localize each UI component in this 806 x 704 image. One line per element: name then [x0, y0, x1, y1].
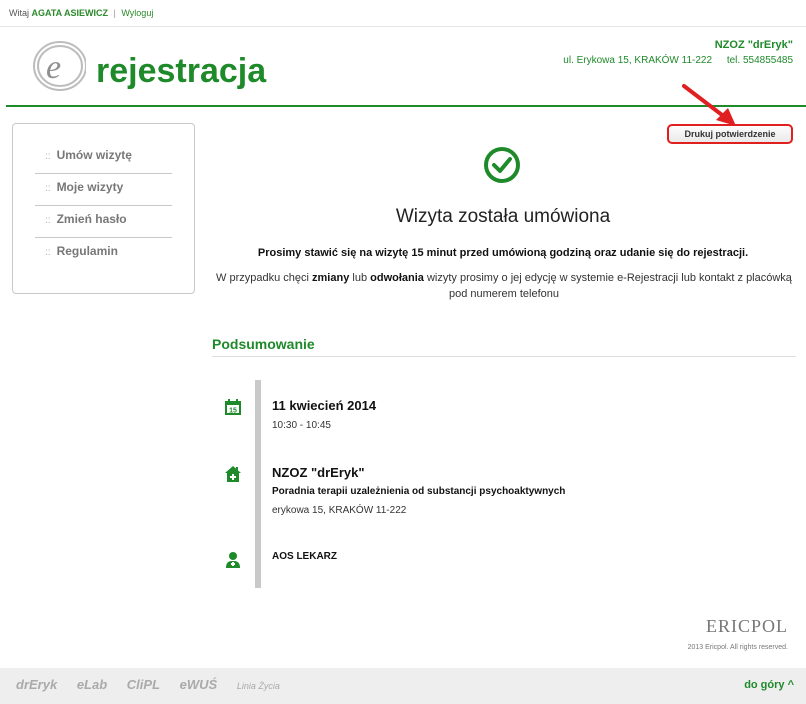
sidebar-item-regulations[interactable]: :: Regulamin — [35, 238, 172, 270]
separator: | — [113, 8, 116, 18]
info-bold-change: zmiany — [312, 272, 350, 284]
facility-address: erykowa 15, KRAKÓW 11-222 — [272, 505, 407, 516]
top-divider — [0, 26, 806, 27]
red-arrow-icon — [682, 84, 736, 126]
svg-text:e: e — [46, 49, 61, 86]
sidebar-item-book-visit[interactable]: :: Umów wizytę — [35, 142, 172, 174]
calendar-icon: 15 — [225, 399, 241, 415]
clipl-logo[interactable]: CliPL — [127, 677, 160, 692]
doctor-icon — [226, 552, 240, 568]
linia-zycia-logo[interactable]: Linia Życia — [237, 681, 280, 691]
doctor-name: AOS LEKARZ — [272, 551, 337, 562]
elab-logo[interactable]: eLab — [77, 677, 107, 692]
clinic-address: ul. Erykowa 15, KRAKÓW 11-222 — [563, 55, 713, 66]
sidebar-item-label: Moje wizyty — [56, 180, 124, 194]
sidebar-item-label: Umów wizytę — [56, 148, 132, 162]
info-text: wizyty prosimy o jej edycję w systemie e… — [423, 272, 792, 300]
dreryk-logo[interactable]: drEryk — [16, 677, 57, 692]
sidebar-item-change-password[interactable]: :: Zmień hasło — [35, 206, 172, 238]
bullet: :: — [45, 247, 51, 258]
summary-title: Podsumowanie — [212, 336, 315, 352]
timeline-bar — [255, 380, 261, 588]
check-circle-icon — [484, 147, 520, 183]
visit-time: 10:30 - 10:45 — [272, 420, 331, 431]
e-logo-icon: e — [33, 41, 86, 91]
back-to-top-link[interactable]: do góry ^ — [744, 679, 794, 691]
clinic-name: NZOZ "drEryk" — [714, 39, 793, 51]
ericpol-logo-text: ERICPOL — [705, 616, 788, 636]
logo-text: rejestracja — [96, 52, 267, 90]
bullet: :: — [45, 215, 51, 226]
user-bar: Witaj AGATA ASIEWICZ | Wyloguj — [9, 8, 153, 18]
info-text: W przypadku chęci — [216, 272, 313, 284]
info-text: lub — [349, 272, 371, 284]
ewus-logo[interactable]: eWUŚ — [180, 677, 218, 692]
sidebar-menu: :: Umów wizytę :: Moje wizyty :: Zmień hasł… — [12, 123, 195, 294]
logout-link[interactable]: Wyloguj — [121, 8, 153, 18]
sidebar-item-label: Zmień hasło — [56, 212, 127, 226]
clinic-phone: tel. 554855485 — [726, 55, 793, 66]
facility-name: NZOZ "drEryk" — [272, 465, 365, 480]
summary-divider — [212, 356, 796, 357]
confirmation-headline: Wizyta została umówiona — [395, 206, 611, 227]
copyright: 2013 Ericpol. All rights reserved. — [687, 644, 788, 651]
bullet: :: — [45, 151, 51, 162]
sidebar-item-label: Regulamin — [56, 244, 118, 258]
arrival-notice: Prosimy stawić się na wizytę 15 minut pr… — [257, 247, 749, 259]
sidebar-item-my-visits[interactable]: :: Moje wizyty — [35, 174, 172, 206]
footer: drEryk eLab CliPL eWUŚ Linia Życia do gó… — [0, 668, 806, 704]
print-confirmation-button[interactable]: Drukuj potwierdzenie — [667, 124, 793, 144]
ericpol-logo: ERICPOL — [706, 616, 788, 637]
user-name: AGATA ASIEWICZ — [31, 8, 109, 18]
visit-date: 11 kwiecień 2014 — [272, 398, 377, 413]
svg-text:15: 15 — [229, 408, 237, 415]
clinic-contact: ul. Erykowa 15, KRAKÓW 11-222 tel. 55485… — [563, 55, 793, 66]
clinic-house-icon — [225, 466, 241, 482]
product-logos: drEryk eLab CliPL eWUŚ Linia Życia — [16, 677, 296, 692]
facility-unit: Poradnia terapii uzależnienia od substan… — [272, 486, 566, 497]
bullet: :: — [45, 183, 51, 194]
greeting-text: Witaj — [9, 8, 29, 18]
info-bold-cancel: odwołania — [370, 272, 424, 284]
change-info: W przypadku chęci zmiany lub odwołania w… — [216, 270, 792, 302]
